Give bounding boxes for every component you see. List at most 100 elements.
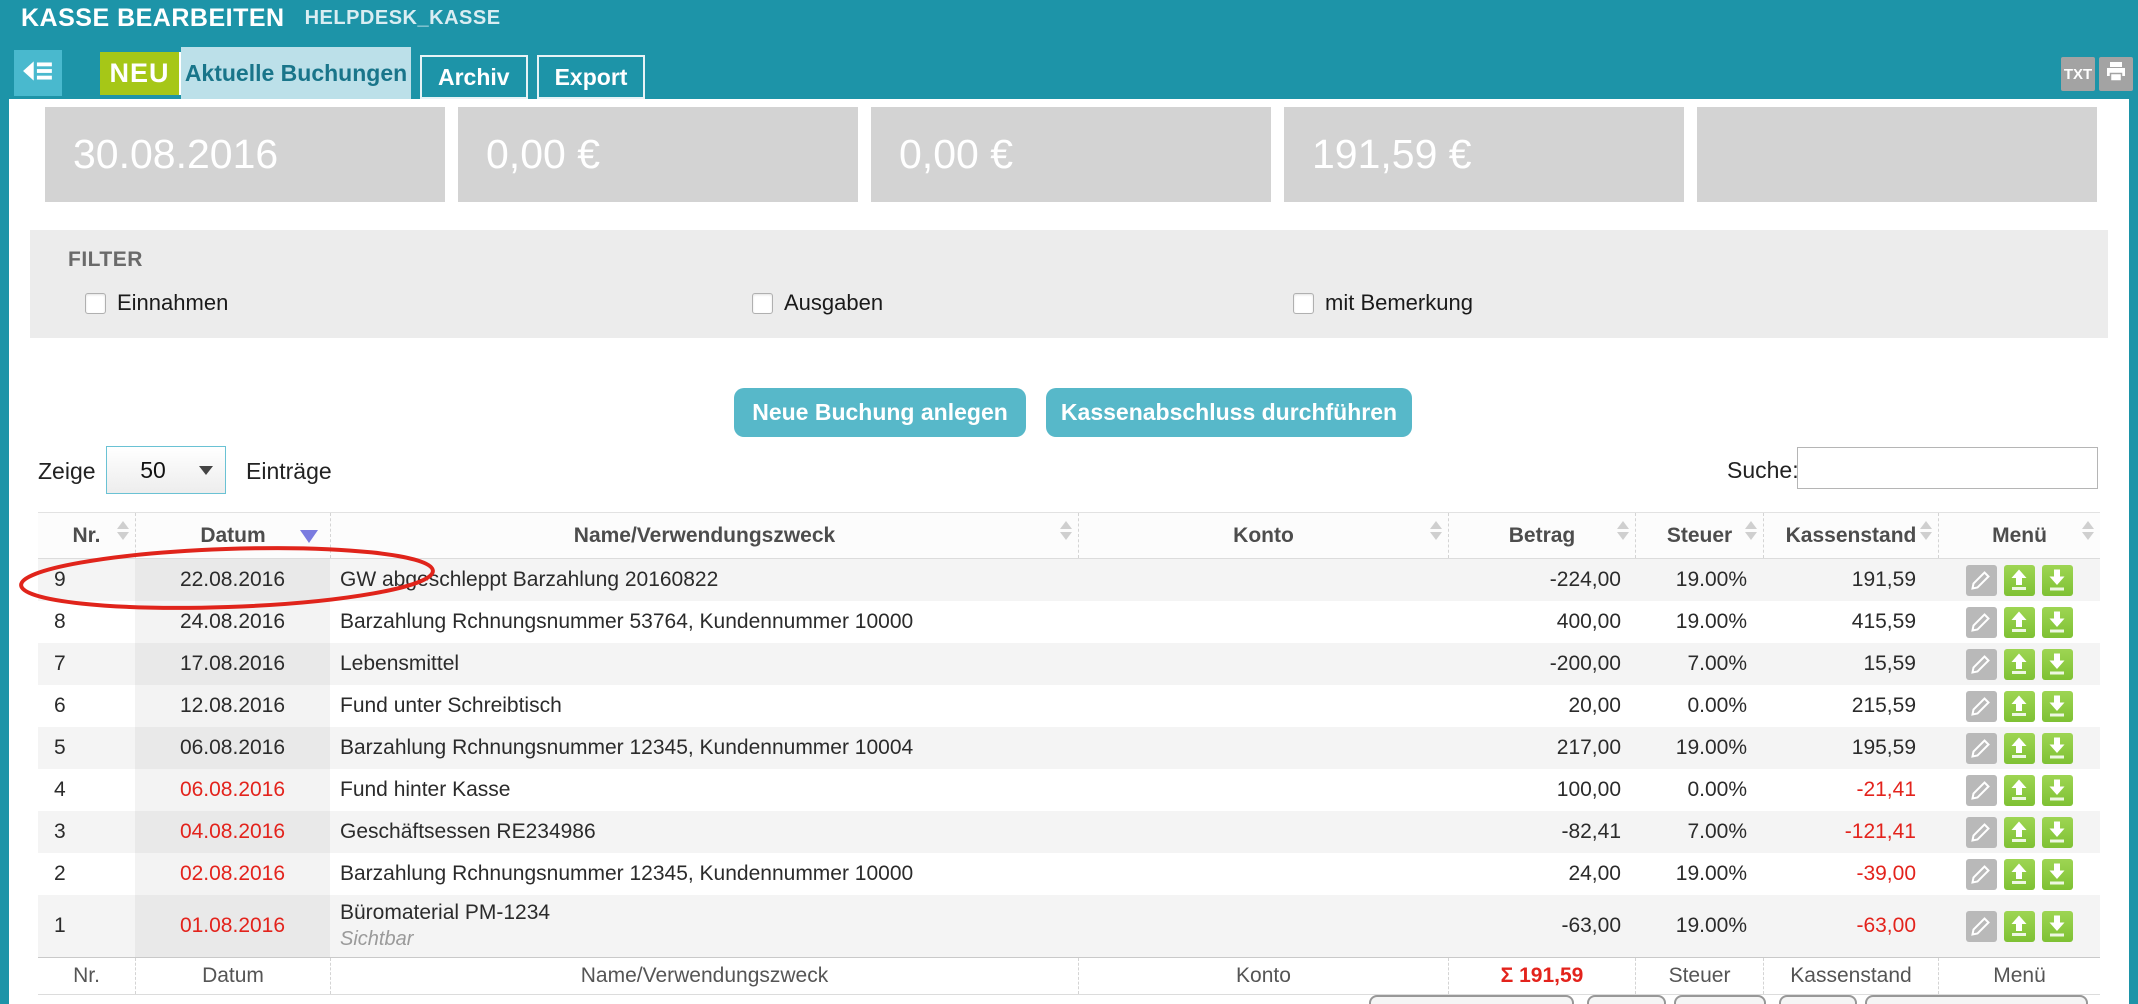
- cell-nr: 2: [38, 853, 135, 895]
- withdraw-arrow-down-icon[interactable]: [2042, 817, 2073, 848]
- cell-kassenstand: 191,59: [1763, 559, 1938, 601]
- column-header-menu[interactable]: Menü: [1938, 513, 2100, 558]
- deposit-arrow-up-icon[interactable]: [2004, 691, 2035, 722]
- column-header-nr[interactable]: Nr.: [38, 513, 135, 558]
- edit-icon[interactable]: [1966, 607, 1997, 638]
- footer-menu: Menü: [1938, 958, 2100, 994]
- edit-icon[interactable]: [1966, 817, 1997, 848]
- checkbox-einnahmen-label: Einnahmen: [117, 290, 228, 316]
- tab-archiv[interactable]: Archiv: [420, 55, 528, 99]
- txt-export-button[interactable]: TXT: [2061, 57, 2095, 91]
- cell-menu: [1938, 601, 2100, 643]
- column-header-datum[interactable]: Datum: [135, 513, 330, 558]
- cell-datum: 04.08.2016: [135, 811, 330, 853]
- edit-icon[interactable]: [1966, 859, 1997, 890]
- cell-nr: 5: [38, 727, 135, 769]
- withdraw-arrow-down-icon[interactable]: [2042, 649, 2073, 680]
- cell-betrag: -224,00: [1448, 559, 1635, 601]
- table-row[interactable]: 2 02.08.2016 Barzahlung Rchnungsnummer 1…: [38, 853, 2100, 895]
- table-row[interactable]: 8 24.08.2016 Barzahlung Rchnungsnummer 5…: [38, 601, 2100, 643]
- checkbox-einnahmen[interactable]: [85, 293, 106, 314]
- summary-box-2: 0,00 €: [458, 107, 858, 202]
- column-header-name[interactable]: Name/Verwendungszweck: [330, 513, 1078, 558]
- checkbox-ausgaben-label: Ausgaben: [784, 290, 883, 316]
- collapse-menu-button[interactable]: [14, 50, 62, 96]
- cell-konto: [1078, 727, 1448, 769]
- pagination-button[interactable]: [1779, 995, 1857, 1004]
- checkbox-ausgaben[interactable]: [752, 293, 773, 314]
- search-input[interactable]: [1797, 447, 2098, 489]
- cell-name: Barzahlung Rchnungsnummer 53764, Kundenn…: [330, 601, 1078, 643]
- edit-icon[interactable]: [1966, 733, 1997, 764]
- cell-datum: 06.08.2016: [135, 727, 330, 769]
- cell-kassenstand: 195,59: [1763, 727, 1938, 769]
- cell-name: GW abgeschleppt Barzahlung 20160822: [330, 559, 1078, 601]
- print-button[interactable]: [2099, 57, 2133, 91]
- withdraw-arrow-down-icon[interactable]: [2042, 775, 2073, 806]
- sort-icons: [1430, 521, 1442, 540]
- deposit-arrow-up-icon[interactable]: [2004, 911, 2035, 942]
- table-row[interactable]: 6 12.08.2016 Fund unter Schreibtisch 20,…: [38, 685, 2100, 727]
- cell-betrag: 217,00: [1448, 727, 1635, 769]
- edit-icon[interactable]: [1966, 649, 1997, 680]
- printer-icon: [2104, 60, 2128, 89]
- pagination-button[interactable]: [1865, 995, 2088, 1004]
- withdraw-arrow-down-icon[interactable]: [2042, 733, 2073, 764]
- cash-close-button[interactable]: Kassenabschluss durchführen: [1046, 388, 1412, 437]
- new-booking-button[interactable]: Neue Buchung anlegen: [734, 388, 1026, 437]
- cell-steuer: 19.00%: [1635, 895, 1763, 957]
- column-header-betrag[interactable]: Betrag: [1448, 513, 1635, 558]
- cell-name: Büromaterial PM-1234 Sichtbar: [330, 895, 1078, 957]
- deposit-arrow-up-icon[interactable]: [2004, 565, 2035, 596]
- pagination-button[interactable]: [1674, 995, 1766, 1004]
- cell-datum: 01.08.2016: [135, 895, 330, 957]
- footer-kassenstand: Kassenstand: [1763, 958, 1938, 994]
- pagination-button[interactable]: [1587, 995, 1666, 1004]
- tab-export[interactable]: Export: [537, 55, 646, 99]
- column-header-steuer[interactable]: Steuer: [1635, 513, 1763, 558]
- cell-steuer: 19.00%: [1635, 601, 1763, 643]
- cell-kassenstand: 215,59: [1763, 685, 1938, 727]
- table-row[interactable]: 9 22.08.2016 GW abgeschleppt Barzahlung …: [38, 559, 2100, 601]
- sort-icons: [1617, 521, 1629, 540]
- deposit-arrow-up-icon[interactable]: [2004, 817, 2035, 848]
- column-header-konto[interactable]: Konto: [1078, 513, 1448, 558]
- deposit-arrow-up-icon[interactable]: [2004, 733, 2035, 764]
- table-row[interactable]: 1 01.08.2016 Büromaterial PM-1234 Sichtb…: [38, 895, 2100, 957]
- cell-menu: [1938, 643, 2100, 685]
- withdraw-arrow-down-icon[interactable]: [2042, 565, 2073, 596]
- cell-datum: 06.08.2016: [135, 769, 330, 811]
- footer-betrag-sum: Σ 191,59: [1448, 958, 1635, 994]
- table-row[interactable]: 7 17.08.2016 Lebensmittel -200,00 7.00% …: [38, 643, 2100, 685]
- checkbox-mit-bemerkung[interactable]: [1293, 293, 1314, 314]
- withdraw-arrow-down-icon[interactable]: [2042, 911, 2073, 942]
- neu-button[interactable]: NEU: [100, 52, 184, 95]
- footer-name: Name/Verwendungszweck: [330, 958, 1078, 994]
- page-size-select[interactable]: 50: [106, 446, 226, 494]
- table-row[interactable]: 5 06.08.2016 Barzahlung Rchnungsnummer 1…: [38, 727, 2100, 769]
- sort-icons: [1060, 521, 1072, 540]
- edit-icon[interactable]: [1966, 565, 1997, 596]
- table-row[interactable]: 3 04.08.2016 Geschäftsessen RE234986 -82…: [38, 811, 2100, 853]
- withdraw-arrow-down-icon[interactable]: [2042, 691, 2073, 722]
- deposit-arrow-up-icon[interactable]: [2004, 607, 2035, 638]
- edit-icon[interactable]: [1966, 691, 1997, 722]
- pagination-button[interactable]: [1369, 995, 1574, 1004]
- cell-datum: 02.08.2016: [135, 853, 330, 895]
- withdraw-arrow-down-icon[interactable]: [2042, 607, 2073, 638]
- edit-icon[interactable]: [1966, 775, 1997, 806]
- tab-aktuelle-buchungen[interactable]: Aktuelle Buchungen: [181, 47, 411, 99]
- cell-steuer: 0.00%: [1635, 769, 1763, 811]
- table-row[interactable]: 4 06.08.2016 Fund hinter Kasse 100,00 0.…: [38, 769, 2100, 811]
- edit-icon[interactable]: [1966, 911, 1997, 942]
- cell-betrag: -82,41: [1448, 811, 1635, 853]
- cell-kassenstand: -121,41: [1763, 811, 1938, 853]
- withdraw-arrow-down-icon[interactable]: [2042, 859, 2073, 890]
- cell-betrag: 24,00: [1448, 853, 1635, 895]
- deposit-arrow-up-icon[interactable]: [2004, 775, 2035, 806]
- summary-box-3: 0,00 €: [871, 107, 1271, 202]
- column-header-kassenstand[interactable]: Kassenstand: [1763, 513, 1938, 558]
- deposit-arrow-up-icon[interactable]: [2004, 859, 2035, 890]
- deposit-arrow-up-icon[interactable]: [2004, 649, 2035, 680]
- cell-menu: [1938, 769, 2100, 811]
